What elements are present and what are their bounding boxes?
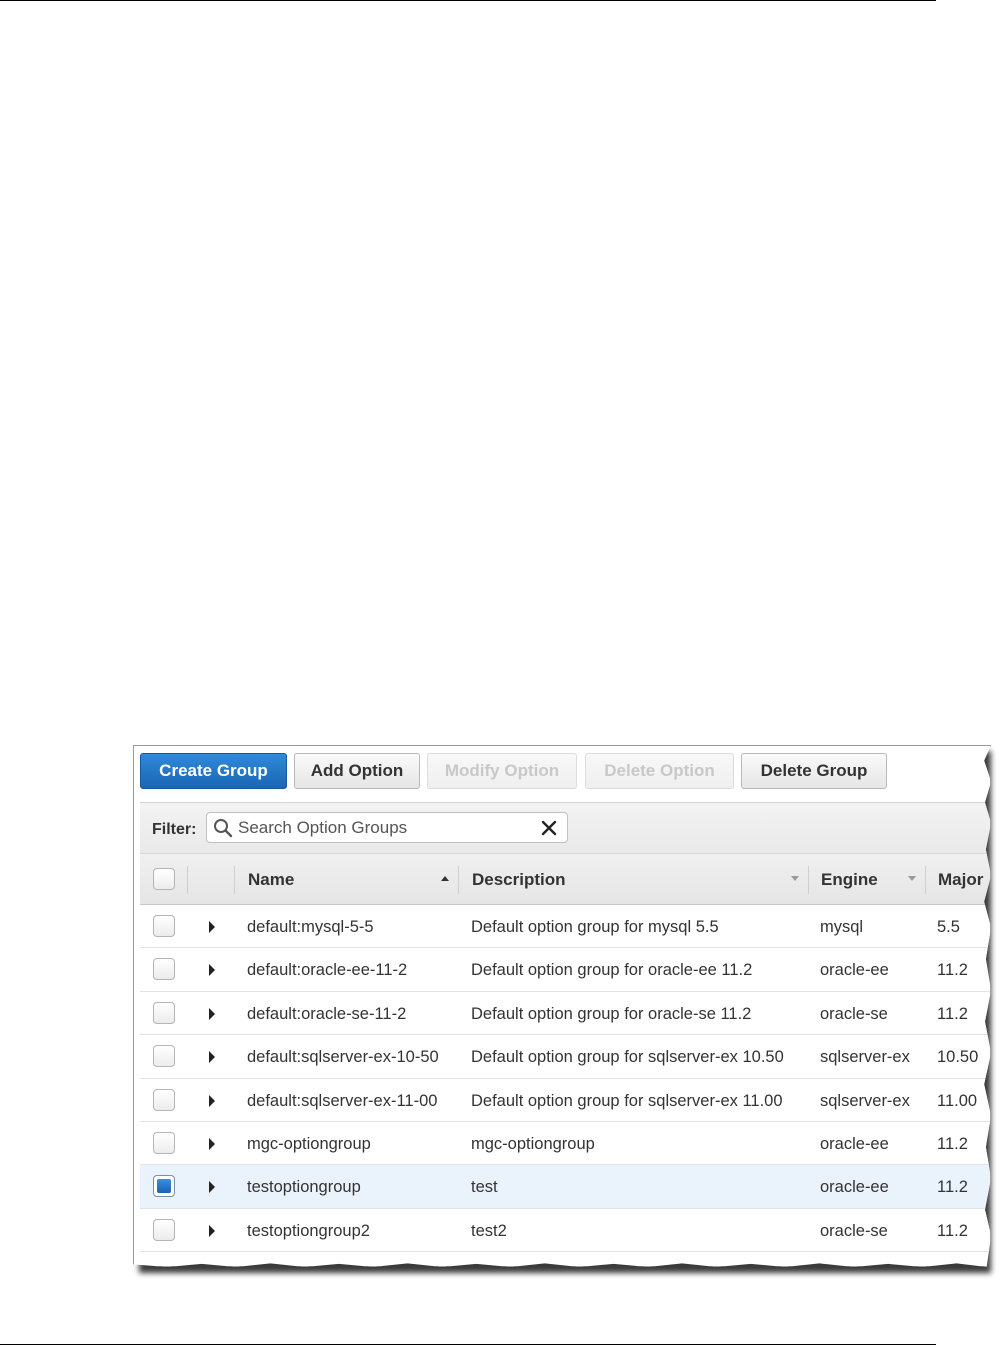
row-description: test: [471, 1178, 498, 1197]
row-name: default:sqlserver-ex-11-00: [247, 1091, 438, 1110]
row-engine: oracle-se: [820, 1004, 888, 1023]
table-row[interactable]: testoptiongroup2 test2 oracle-se 11.2: [140, 1208, 990, 1253]
row-major-version: 11.2: [937, 1221, 968, 1240]
row-engine: oracle-ee: [820, 1178, 889, 1197]
row-description: Default option group for oracle-se 11.2: [471, 1004, 752, 1023]
row-major-version: 11.2: [937, 1134, 968, 1153]
table-row[interactable]: testoptiongroup test oracle-ee 11.2: [140, 1165, 990, 1209]
table-row[interactable]: mgc-optiongroup mgc-optiongroup oracle-e…: [140, 1121, 990, 1166]
row-checkbox[interactable]: [153, 1175, 175, 1198]
clear-search-icon[interactable]: [541, 820, 557, 836]
sort-toggle-icon[interactable]: [791, 876, 799, 881]
row-name: default:oracle-se-11-2: [247, 1004, 407, 1023]
create-group-button[interactable]: Create Group: [140, 753, 287, 789]
modify-option-button[interactable]: Modify Option: [427, 753, 577, 789]
search-input[interactable]: [238, 817, 528, 839]
row-engine: oracle-ee: [820, 961, 889, 980]
row-checkbox[interactable]: [153, 915, 175, 937]
search-box[interactable]: [206, 812, 568, 843]
row-checkbox[interactable]: [153, 1218, 175, 1241]
option-groups-panel: Create Group Add Option Modify Option De…: [133, 745, 991, 1267]
row-name: mgc-optiongroup: [247, 1134, 371, 1153]
row-engine: oracle-ee: [820, 1134, 889, 1153]
column-divider: [808, 866, 809, 894]
sort-toggle-icon[interactable]: [908, 876, 916, 881]
delete-option-button[interactable]: Delete Option: [585, 753, 734, 789]
filter-label: Filter:: [152, 821, 197, 838]
column-divider: [187, 866, 188, 894]
column-divider: [234, 866, 235, 894]
page-bottom-rule: [0, 1344, 936, 1345]
row-engine: oracle-se: [820, 1221, 888, 1240]
row-description: Default option group for oracle-ee 11.2: [471, 961, 753, 980]
select-all-checkbox[interactable]: [153, 868, 175, 890]
expand-row-icon[interactable]: [209, 1051, 215, 1064]
search-icon: [214, 819, 233, 838]
table-row[interactable]: default:oracle-se-11-2 Default option gr…: [140, 991, 990, 1036]
expand-row-icon[interactable]: [209, 964, 215, 977]
column-divider: [458, 866, 459, 894]
row-name: default:mysql-5-5: [247, 918, 374, 936]
row-checkbox[interactable]: [153, 958, 175, 981]
row-major-version: 11.2: [937, 1004, 968, 1023]
expand-row-icon[interactable]: [209, 1137, 215, 1150]
delete-group-button[interactable]: Delete Group: [741, 753, 887, 789]
expand-row-icon[interactable]: [209, 1224, 215, 1237]
sort-ascending-icon[interactable]: [441, 876, 449, 881]
filter-bar: Filter:: [140, 802, 990, 853]
add-option-button[interactable]: Add Option: [294, 753, 420, 789]
row-major-version: 10.50: [937, 1048, 979, 1067]
row-major-version: 11.00: [937, 1091, 978, 1110]
row-major-version: 11.2: [937, 1178, 968, 1197]
row-checkbox[interactable]: [153, 1131, 175, 1154]
row-name: default:sqlserver-ex-10-50: [247, 1048, 439, 1067]
expand-row-icon[interactable]: [209, 921, 215, 933]
page-top-rule: [0, 0, 936, 1]
row-engine: mysql: [820, 918, 864, 936]
row-major-version: 5.5: [937, 918, 960, 936]
table-row[interactable]: default:sqlserver-ex-11-00 Default optio…: [140, 1078, 990, 1122]
column-header-name[interactable]: Name: [248, 870, 294, 890]
table-row[interactable]: default:oracle-ee-11-2 Default option gr…: [140, 948, 990, 992]
row-description: Default option group for mysql 5.5: [471, 918, 719, 936]
row-description: Default option group for sqlserver-ex 11…: [471, 1091, 783, 1110]
column-header-engine[interactable]: Engine: [821, 870, 878, 890]
row-checkbox[interactable]: [153, 1045, 175, 1068]
row-name: default:oracle-ee-11-2: [247, 961, 408, 980]
row-name: testoptiongroup2: [247, 1221, 370, 1240]
expand-row-icon[interactable]: [209, 1181, 215, 1194]
row-checkbox[interactable]: [153, 1001, 175, 1024]
row-name: testoptiongroup: [247, 1178, 361, 1197]
column-divider: [925, 866, 926, 894]
expand-row-icon[interactable]: [209, 1007, 215, 1020]
row-checkbox[interactable]: [153, 1088, 175, 1111]
row-engine: sqlserver-ex: [820, 1048, 910, 1067]
row-engine: sqlserver-ex: [820, 1091, 910, 1110]
table-row[interactable]: default:mysql-5-5 Default option group f…: [140, 905, 990, 949]
row-major-version: 11.2: [937, 961, 968, 980]
row-description: test2: [471, 1221, 507, 1240]
row-description: Default option group for sqlserver-ex 10…: [471, 1048, 784, 1067]
column-header-description[interactable]: Description: [472, 870, 566, 890]
option-groups-table: default:mysql-5-5 Default option group f…: [140, 905, 990, 1253]
expand-row-icon[interactable]: [209, 1094, 215, 1107]
table-header: Name Description Engine Major: [140, 853, 990, 905]
row-description: mgc-optiongroup: [471, 1134, 595, 1153]
column-header-major[interactable]: Major: [938, 870, 983, 890]
table-row[interactable]: default:sqlserver-ex-10-50 Default optio…: [140, 1035, 990, 1079]
toolbar: Create Group Add Option Modify Option De…: [134, 746, 990, 802]
